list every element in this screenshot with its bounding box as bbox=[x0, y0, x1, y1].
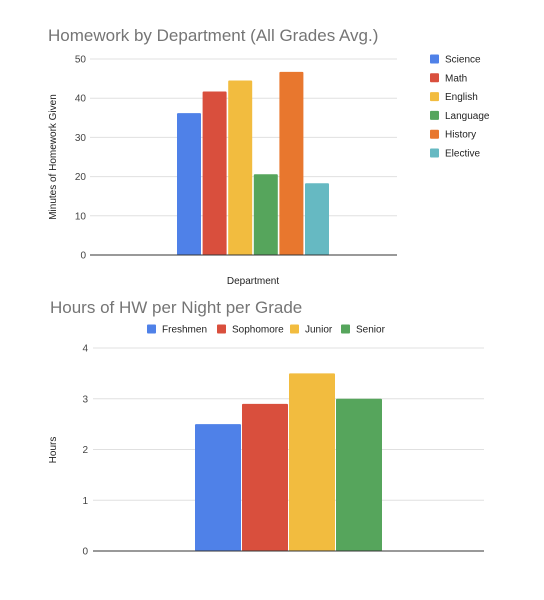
chart-title: Homework by Department (All Grades Avg.) bbox=[48, 26, 378, 45]
y-tick-label: 30 bbox=[75, 133, 87, 144]
y-tick-label: 4 bbox=[82, 344, 88, 355]
legend-label-sophomore[interactable]: Sophomore bbox=[232, 325, 284, 336]
x-axis-label: Department bbox=[227, 276, 279, 287]
legend-swatch-junior bbox=[290, 324, 299, 334]
bar-english[interactable] bbox=[228, 80, 253, 255]
legend-swatch-math bbox=[430, 73, 439, 83]
y-tick-label: 0 bbox=[82, 547, 88, 558]
charts-canvas: Homework by Department (All Grades Avg.)… bbox=[0, 0, 544, 600]
bar-sophomore[interactable] bbox=[242, 403, 288, 551]
legend-label-math[interactable]: Math bbox=[445, 73, 467, 84]
bar-history[interactable] bbox=[279, 71, 304, 255]
bar-senior[interactable] bbox=[336, 398, 382, 551]
y-tick-label: 1 bbox=[82, 496, 88, 507]
y-tick-label: 2 bbox=[82, 445, 88, 456]
legend-label-senior[interactable]: Senior bbox=[356, 325, 386, 336]
y-tick-label: 3 bbox=[82, 394, 88, 405]
bar-math[interactable] bbox=[202, 91, 227, 255]
y-tick-label: 0 bbox=[80, 251, 86, 262]
legend-label-junior[interactable]: Junior bbox=[305, 325, 333, 336]
legend-swatch-sophomore bbox=[217, 324, 226, 334]
legend-label-freshmen[interactable]: Freshmen bbox=[162, 325, 207, 336]
legend-label-english[interactable]: English bbox=[445, 92, 478, 103]
legend-swatch-science bbox=[430, 54, 439, 64]
legend-swatch-freshmen bbox=[147, 324, 156, 334]
legend-swatch-elective bbox=[430, 148, 439, 158]
legend-swatch-english bbox=[430, 92, 439, 102]
legend-label-elective[interactable]: Elective bbox=[445, 149, 480, 160]
legend-swatch-language bbox=[430, 110, 439, 120]
y-axis-label: Hours bbox=[48, 437, 59, 464]
bar-junior[interactable] bbox=[289, 373, 335, 551]
bar-elective[interactable] bbox=[305, 183, 329, 255]
legend-label-language[interactable]: Language bbox=[445, 111, 490, 122]
y-tick-label: 10 bbox=[75, 211, 87, 222]
y-tick-label: 40 bbox=[75, 94, 87, 105]
chart-title: Hours of HW per Night per Grade bbox=[50, 298, 302, 317]
legend-swatch-history bbox=[430, 129, 439, 139]
legend-label-history[interactable]: History bbox=[445, 130, 476, 141]
bar-freshmen[interactable] bbox=[195, 424, 241, 551]
y-tick-label: 50 bbox=[75, 55, 87, 66]
y-axis-label: Minutes of Homework Given bbox=[48, 94, 59, 220]
legend-swatch-senior bbox=[341, 324, 350, 334]
bar-language[interactable] bbox=[253, 174, 278, 255]
bar-science[interactable] bbox=[177, 113, 201, 255]
y-tick-label: 20 bbox=[75, 172, 87, 183]
legend-label-science[interactable]: Science bbox=[445, 55, 481, 66]
